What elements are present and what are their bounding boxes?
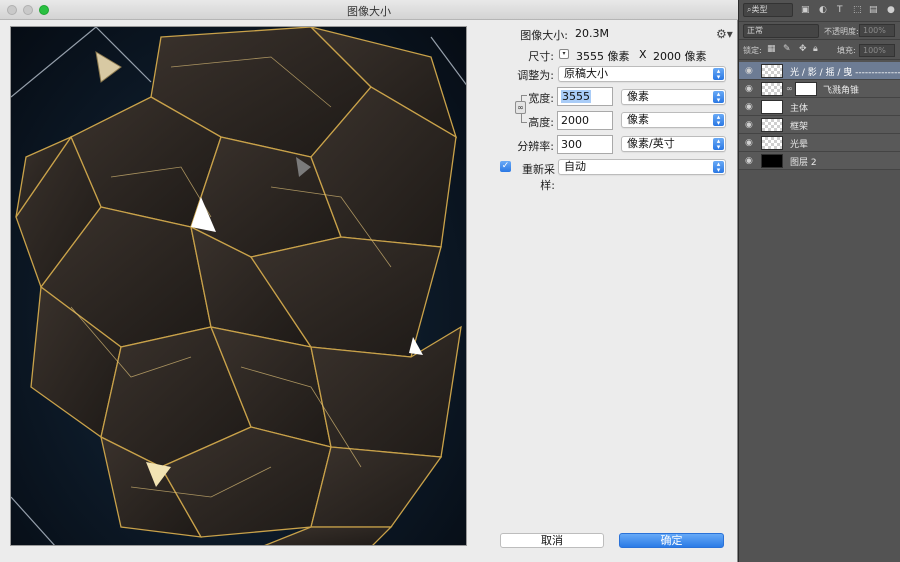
eye-icon[interactable]: ◉ bbox=[745, 84, 753, 94]
layer-name[interactable]: 飞溅角锥 bbox=[823, 83, 859, 96]
ok-button[interactable]: 确定 bbox=[619, 533, 724, 548]
dimensions-unit-dropdown[interactable]: ▾ bbox=[559, 49, 569, 59]
image-size-label: 图像大小: bbox=[520, 29, 568, 42]
resample-value: 自动 bbox=[564, 160, 586, 173]
width-unit-select[interactable]: 像素 ▴ ▾ bbox=[621, 89, 726, 105]
layer-row[interactable]: ◉ ∞ 飞溅角锥 bbox=[739, 80, 900, 98]
layers-panel: ⌕类型 ▣ ◐ T ⬚ ▤ ● 正常 不透明度: 100% 锁定: ▦ ✎ ✥ … bbox=[739, 0, 900, 562]
image-size-value: 20.3M bbox=[575, 27, 609, 40]
chevron-updown-icon: ▴ ▾ bbox=[713, 161, 724, 174]
layer-thumbnail bbox=[761, 154, 783, 168]
dimensions-width-value: 3555 像素 bbox=[576, 50, 630, 63]
layer-name[interactable]: 框架 bbox=[790, 119, 808, 132]
smart-object-filter-icon[interactable]: ▤ bbox=[869, 5, 878, 15]
width-input[interactable]: 3555 bbox=[557, 87, 613, 106]
chevron-updown-icon: ▴ ▾ bbox=[713, 114, 724, 127]
opacity-label: 不透明度: bbox=[824, 27, 859, 36]
window-title: 图像大小 bbox=[347, 5, 391, 18]
gear-icon[interactable]: ⚙▾ bbox=[716, 27, 733, 41]
eye-icon[interactable]: ◉ bbox=[745, 102, 753, 112]
resolution-label: 分辨率: bbox=[517, 140, 554, 153]
blend-row: 正常 不透明度: 100% bbox=[739, 22, 900, 40]
blend-mode-value: 正常 bbox=[747, 26, 763, 35]
layer-thumbnail bbox=[761, 64, 783, 78]
lock-all-icon[interactable]: 🔒︎ bbox=[813, 44, 818, 54]
layer-name[interactable]: 图层 2 bbox=[790, 155, 817, 168]
eye-icon[interactable]: ◉ bbox=[745, 138, 753, 148]
layer-thumbnail bbox=[761, 118, 783, 132]
eye-icon[interactable]: ◉ bbox=[745, 66, 753, 76]
filter-toggle-icon[interactable]: ● bbox=[887, 5, 895, 15]
eye-icon[interactable]: ◉ bbox=[745, 120, 753, 130]
preview-artwork bbox=[11, 27, 466, 545]
fit-to-label: 调整为: bbox=[517, 69, 554, 82]
lock-position-icon[interactable]: ✥ bbox=[799, 44, 807, 54]
layer-name[interactable]: 光晕 bbox=[790, 137, 808, 150]
layer-thumbnail bbox=[761, 136, 783, 150]
layer-row[interactable]: ◉ 光 / 影 / 摇 / 曳 -------------- ... bbox=[739, 62, 900, 80]
pixel-filter-icon[interactable]: ▣ bbox=[801, 5, 810, 15]
width-unit-value: 像素 bbox=[627, 90, 649, 103]
layer-name[interactable]: 光 / 影 / 摇 / 曳 -------------- ... bbox=[790, 65, 900, 78]
link-icon[interactable]: ∞ bbox=[515, 101, 526, 114]
width-label: 宽度: bbox=[528, 92, 554, 105]
chevron-updown-icon: ▴ ▾ bbox=[713, 138, 724, 151]
title-bar: 图像大小 bbox=[0, 0, 738, 20]
fill-label: 填充: bbox=[837, 46, 856, 55]
lock-pixels-icon[interactable]: ✎ bbox=[783, 44, 791, 54]
image-size-dialog: 图像大小 图像大小: 20.3M ⚙▾ 尺寸: ▾ 3555 像素 X 2000… bbox=[0, 0, 738, 562]
blend-mode-select[interactable]: 正常 bbox=[743, 24, 819, 38]
adjustment-filter-icon[interactable]: ◐ bbox=[819, 5, 827, 15]
chevron-updown-icon: ▴ ▾ bbox=[713, 68, 724, 81]
image-preview[interactable] bbox=[10, 26, 467, 546]
dimensions-height-value: 2000 像素 bbox=[653, 50, 707, 63]
resolution-input[interactable]: 300 bbox=[557, 135, 613, 154]
resolution-unit-select[interactable]: 像素/英寸 ▴ ▾ bbox=[621, 136, 726, 152]
resample-select[interactable]: 自动 ▴ ▾ bbox=[558, 159, 726, 175]
layer-mask-thumbnail[interactable] bbox=[795, 82, 817, 96]
layer-row[interactable]: ◉ 框架 bbox=[739, 116, 900, 134]
layer-row[interactable]: ◉ 图层 2 bbox=[739, 152, 900, 170]
fill-input[interactable]: 100% bbox=[859, 44, 895, 57]
opacity-input[interactable]: 100% bbox=[859, 24, 895, 37]
link-icon[interactable]: ∞ bbox=[786, 84, 793, 93]
checkmark-icon[interactable]: ✓ bbox=[500, 161, 511, 172]
layer-filter-bar: ⌕类型 ▣ ◐ T ⬚ ▤ ● bbox=[739, 0, 900, 22]
type-filter-icon[interactable]: T bbox=[837, 5, 843, 15]
opacity-value: 100% bbox=[863, 26, 886, 35]
dimensions-label: 尺寸: bbox=[528, 50, 554, 63]
eye-icon[interactable]: ◉ bbox=[745, 156, 753, 166]
height-label: 高度: bbox=[528, 116, 554, 129]
chevron-updown-icon: ▴ ▾ bbox=[713, 91, 724, 104]
layer-row[interactable]: ◉ 主体 bbox=[739, 98, 900, 116]
resolution-unit-value: 像素/英寸 bbox=[627, 137, 675, 150]
height-input[interactable]: 2000 bbox=[557, 111, 613, 130]
layer-filter-select[interactable]: ⌕类型 bbox=[743, 3, 793, 17]
lock-label: 锁定: bbox=[743, 46, 762, 55]
lock-row: 锁定: ▦ ✎ ✥ 🔒︎ 填充: 100% bbox=[739, 40, 900, 60]
shape-filter-icon[interactable]: ⬚ bbox=[853, 5, 862, 15]
fit-to-select[interactable]: 原稿大小 ▴ ▾ bbox=[558, 66, 726, 82]
resample-label[interactable]: 重新采样: bbox=[513, 161, 555, 193]
height-unit-value: 像素 bbox=[627, 113, 649, 126]
fill-value: 100% bbox=[863, 46, 886, 55]
layer-thumbnail bbox=[761, 100, 783, 114]
layer-name[interactable]: 主体 bbox=[790, 101, 808, 114]
layer-filter-value: 类型 bbox=[751, 5, 768, 14]
height-unit-select[interactable]: 像素 ▴ ▾ bbox=[621, 112, 726, 128]
width-value: 3555 bbox=[561, 90, 591, 103]
layer-row[interactable]: ◉ 光晕 bbox=[739, 134, 900, 152]
height-value: 2000 bbox=[561, 114, 589, 127]
resolution-value: 300 bbox=[561, 138, 582, 151]
layer-thumbnail bbox=[761, 82, 783, 96]
lock-transparent-icon[interactable]: ▦ bbox=[767, 44, 776, 54]
fit-to-value: 原稿大小 bbox=[564, 67, 608, 80]
cancel-button[interactable]: 取消 bbox=[500, 533, 604, 548]
dimensions-separator: X bbox=[639, 48, 647, 61]
